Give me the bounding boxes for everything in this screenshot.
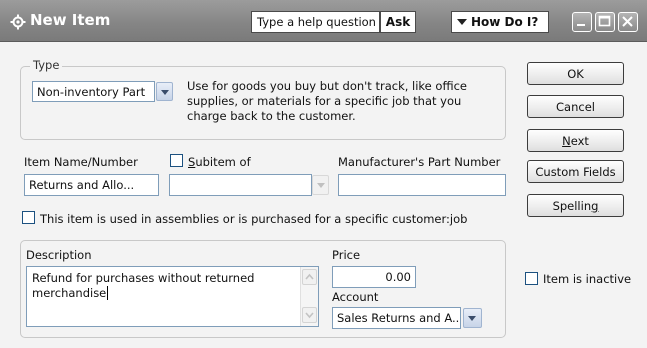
chevron-down-icon (457, 19, 467, 25)
assemblies-checkbox[interactable] (22, 211, 35, 224)
how-do-i-button[interactable]: How Do I? (451, 11, 549, 33)
custom-fields-button[interactable]: Custom Fields (527, 160, 624, 183)
item-icon (10, 14, 26, 30)
ok-button[interactable]: OK (527, 62, 624, 85)
manufacturer-part-field[interactable] (338, 174, 506, 196)
ask-button[interactable]: Ask (380, 11, 416, 33)
help-question-input[interactable]: Type a help question (251, 11, 380, 33)
item-inactive-label: Item is inactive (543, 272, 632, 286)
price-label: Price (332, 248, 361, 262)
scroll-up-button[interactable] (302, 269, 317, 285)
type-group-label: Type (30, 58, 63, 72)
maximize-button[interactable] (595, 12, 615, 32)
minimize-button[interactable] (572, 12, 592, 32)
item-type-dropdown-arrow[interactable] (156, 82, 173, 101)
maximize-icon (598, 15, 611, 27)
scroll-down-button[interactable] (302, 307, 317, 323)
account-label: Account (332, 290, 379, 304)
spelling-button[interactable]: Spelling (527, 194, 624, 217)
price-field[interactable]: 0.00 (332, 266, 416, 288)
chevron-down-icon (305, 312, 314, 319)
subitem-field[interactable] (169, 174, 312, 196)
item-name-label: Item Name/Number (24, 155, 138, 169)
account-dropdown-arrow[interactable] (463, 308, 482, 328)
close-icon (622, 16, 633, 27)
cancel-button[interactable]: Cancel (527, 95, 624, 118)
item-type-select[interactable]: Non-inventory Part (32, 81, 155, 102)
manufacturer-part-label: Manufacturer's Part Number (338, 155, 501, 169)
subitem-dropdown-arrow[interactable] (312, 175, 329, 195)
window-title: New Item (30, 11, 111, 29)
description-field[interactable]: Refund for purchases without returned me… (26, 266, 319, 327)
title-bar: New Item Type a help question Ask How Do… (0, 0, 647, 42)
type-description: Use for goods you buy but don't track, l… (187, 79, 467, 123)
account-select[interactable]: Sales Returns and A... (332, 307, 461, 329)
how-do-i-label: How Do I? (471, 15, 539, 29)
subitem-label: Subitem of (188, 155, 251, 169)
description-label: Description (26, 248, 92, 262)
item-name-field[interactable]: Returns and Allo... (24, 174, 159, 196)
description-scrollbar[interactable] (300, 267, 318, 326)
item-inactive-checkbox[interactable] (525, 272, 538, 285)
assemblies-label: This item is used in assemblies or is pu… (40, 212, 468, 226)
chevron-up-icon (305, 273, 314, 280)
subitem-checkbox[interactable] (170, 154, 183, 167)
minimize-icon (577, 24, 585, 26)
next-button[interactable]: Next (527, 129, 624, 152)
description-text: Refund for purchases without returned me… (32, 271, 255, 300)
close-button[interactable] (618, 12, 638, 32)
